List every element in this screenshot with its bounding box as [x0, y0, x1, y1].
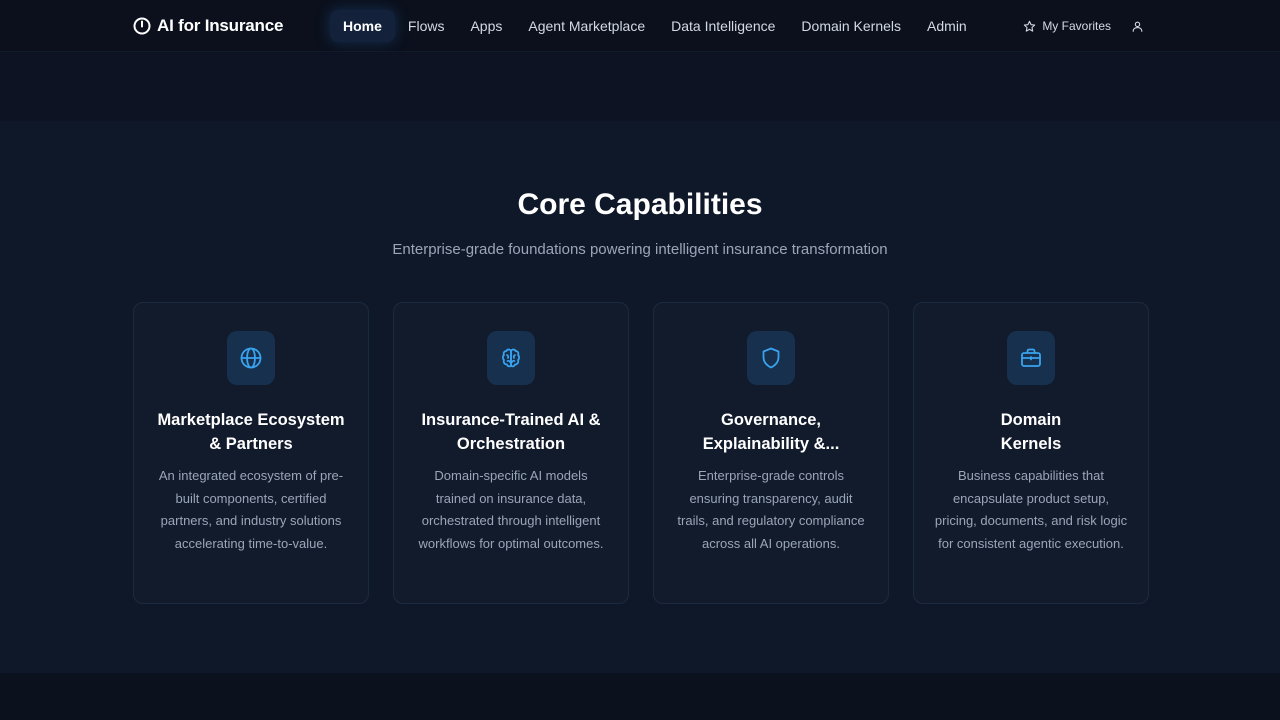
card-description: An integrated ecosystem of pre-built com… [158, 468, 344, 551]
my-favorites-button[interactable]: My Favorites [1023, 19, 1111, 33]
card-description: Business capabilities that encapsulate p… [934, 468, 1128, 551]
globe-icon [227, 331, 275, 385]
section-title: Core Capabilities [517, 188, 763, 221]
nav-item-admin[interactable]: Admin [914, 10, 980, 42]
capability-card-domain-kernels[interactable]: Domain Kernels Business capabilities tha… [913, 302, 1149, 604]
capability-card-governance[interactable]: Governance, Explainability &... Enterpri… [653, 302, 889, 604]
next-section-band [0, 673, 1280, 720]
briefcase-icon [1007, 331, 1055, 385]
my-favorites-label: My Favorites [1042, 19, 1111, 33]
capability-card-insurance-ai[interactable]: Insurance-Trained AI & Orchestration Dom… [393, 302, 629, 604]
nav-item-apps[interactable]: Apps [457, 10, 515, 42]
card-title: Governance, Explainability &... [702, 411, 840, 453]
app-title: AI for Insurance [157, 16, 284, 35]
nav-item-data-intelligence[interactable]: Data Intelligence [658, 10, 788, 42]
capability-cards: Marketplace Ecosystem & Partners An inte… [133, 302, 1149, 604]
nav-item-flows[interactable]: Flows [395, 10, 458, 42]
card-description: Enterprise-grade controls ensuring trans… [677, 468, 865, 551]
capability-card-marketplace[interactable]: Marketplace Ecosystem & Partners An inte… [133, 302, 369, 604]
section-subtitle: Enterprise-grade foundations powering in… [392, 241, 888, 258]
nav-item-home[interactable]: Home [330, 10, 395, 42]
user-profile-button[interactable] [1131, 20, 1144, 33]
nav-item-domain-kernels[interactable]: Domain Kernels [788, 10, 914, 42]
main-nav: Home Flows Apps Agent Marketplace Data I… [330, 10, 980, 42]
card-description: Domain-specific AI models trained on ins… [418, 468, 604, 551]
nav-item-agent-marketplace[interactable]: Agent Marketplace [515, 10, 658, 42]
power-logo-icon [133, 17, 151, 35]
card-title: Marketplace Ecosystem & Partners [157, 411, 345, 453]
nav-right-actions: My Favorites [1023, 14, 1144, 38]
user-icon [1131, 20, 1144, 33]
brain-icon [487, 331, 535, 385]
app-logo[interactable]: AI for Insurance [133, 14, 283, 38]
card-title: Insurance-Trained AI & Orchestration [421, 411, 601, 453]
card-title: Domain Kernels [1000, 411, 1062, 453]
hero-band [0, 53, 1280, 121]
star-icon [1023, 20, 1036, 33]
shield-icon [747, 331, 795, 385]
top-navigation-bar: AI for Insurance Home Flows Apps Agent M… [0, 0, 1280, 52]
